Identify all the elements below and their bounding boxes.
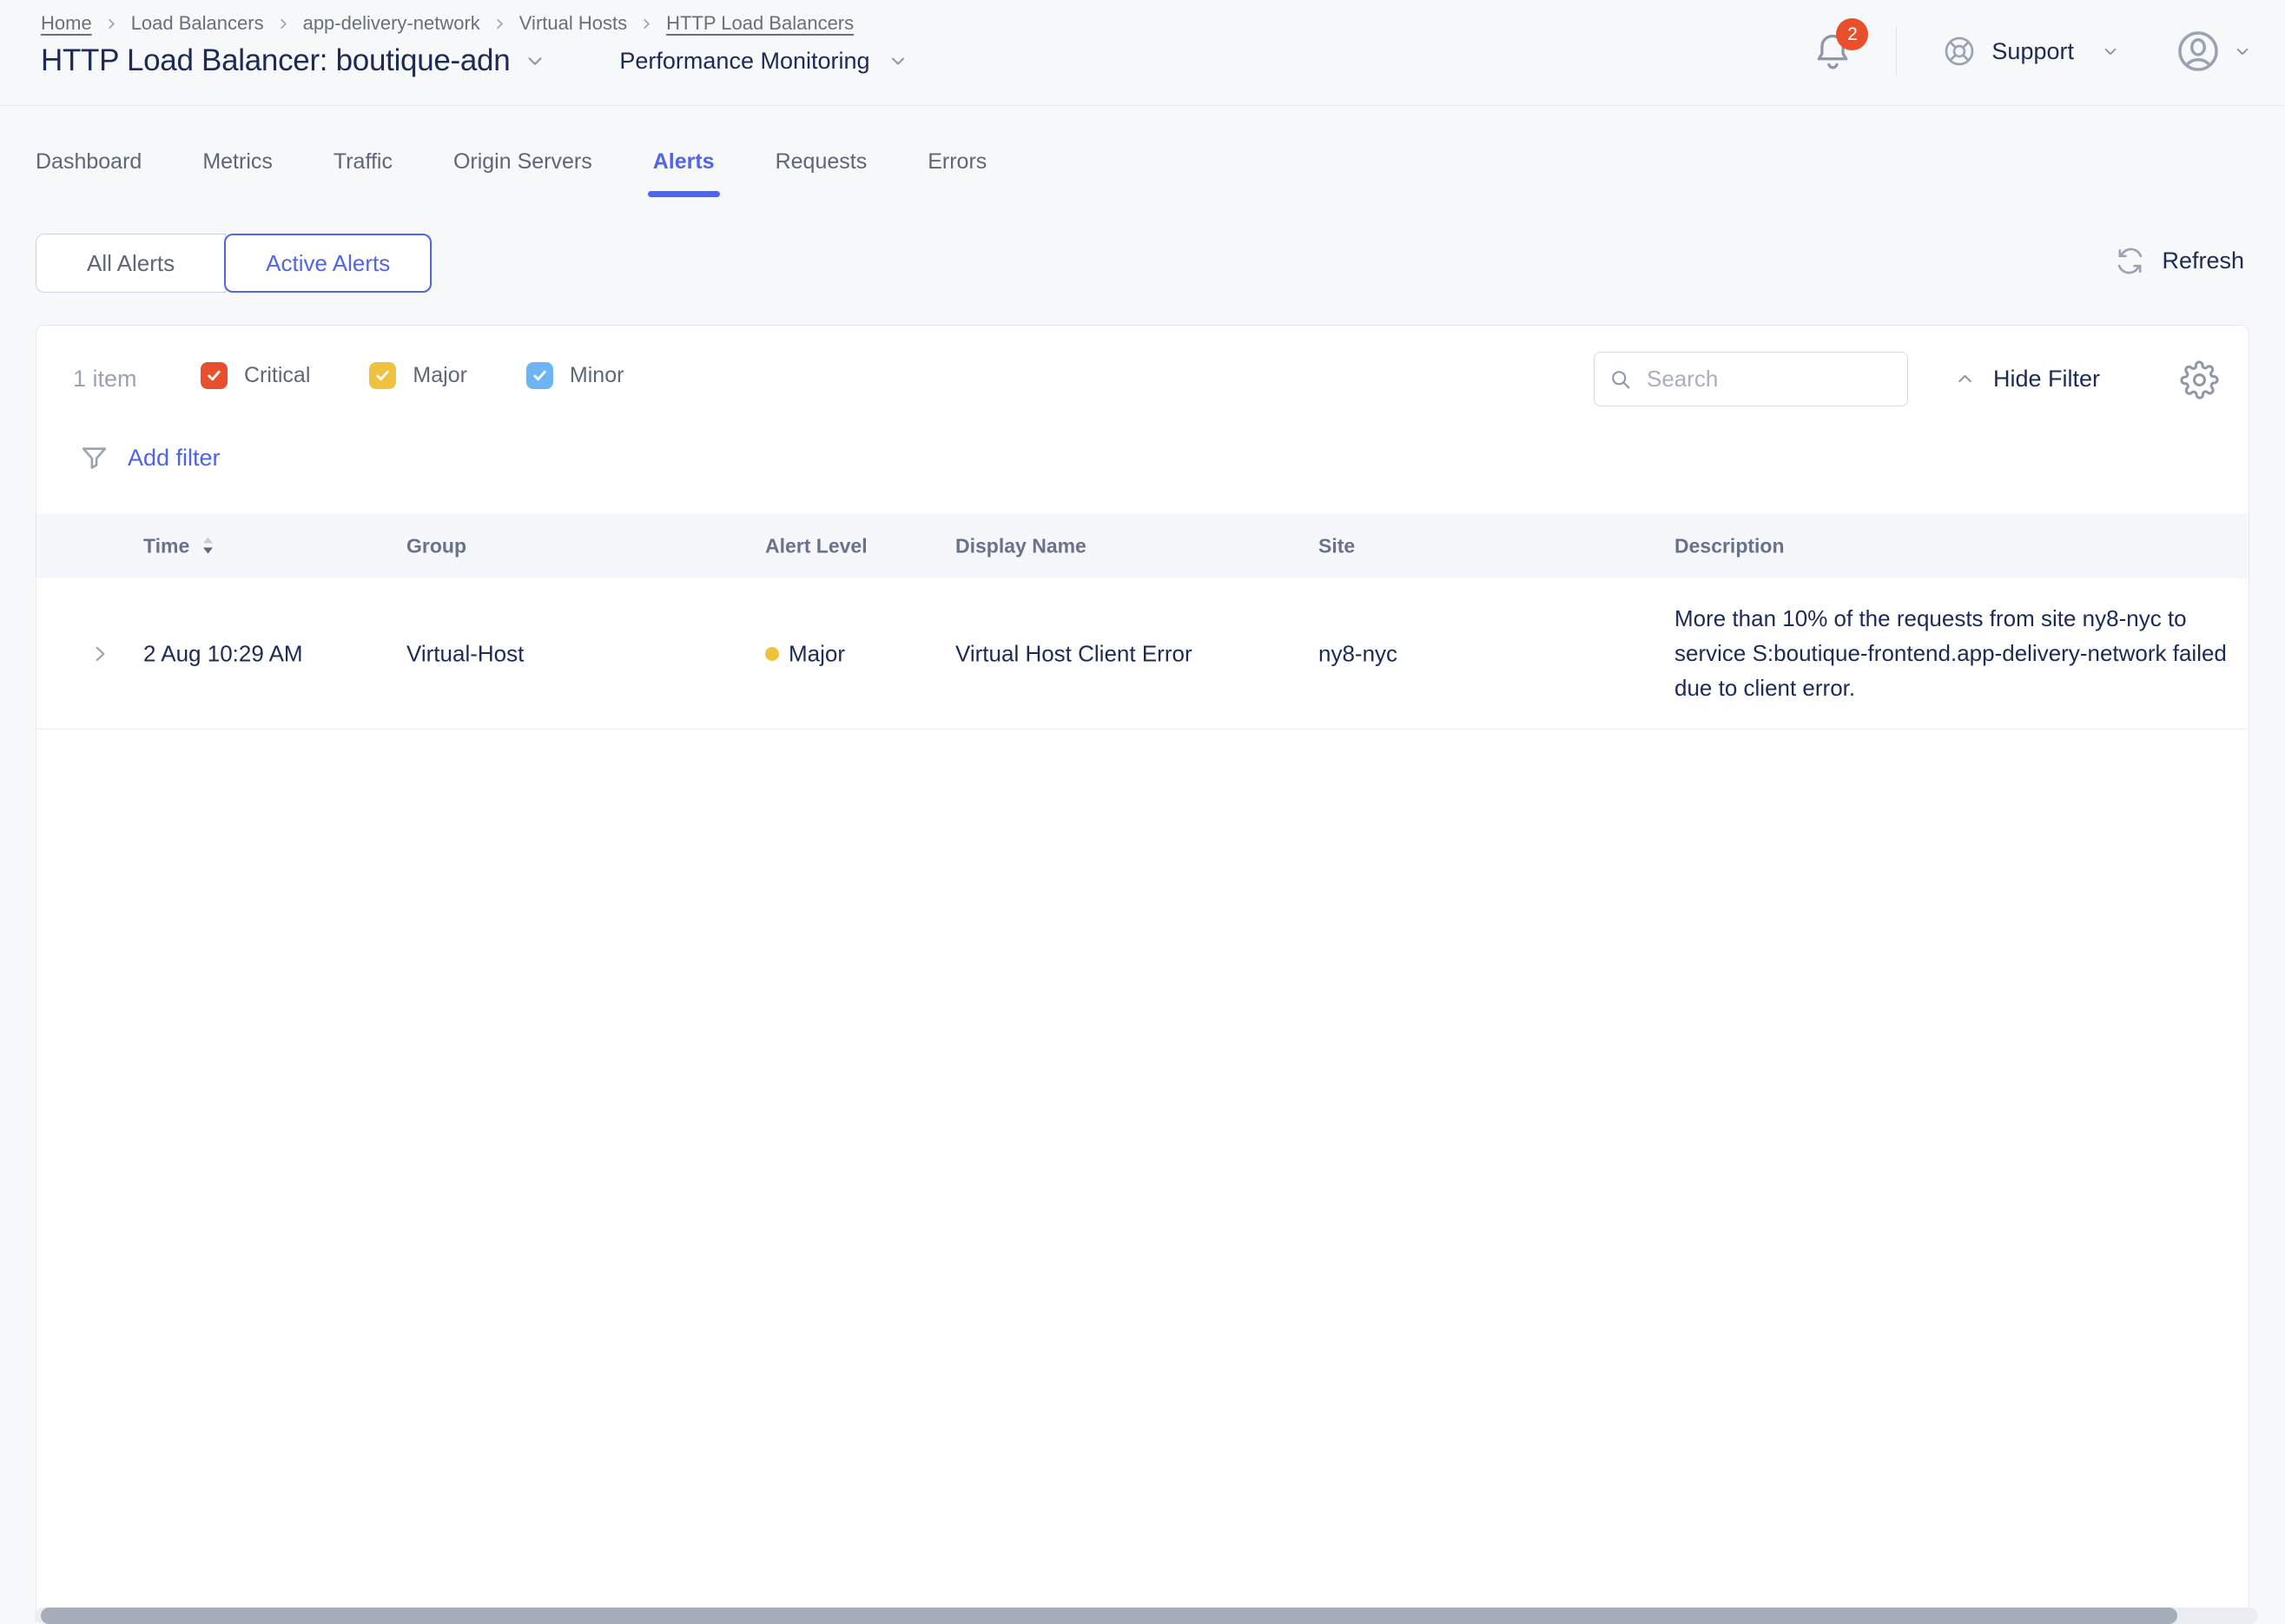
title-dropdown-chevron-icon[interactable]	[524, 50, 546, 72]
refresh-icon	[2115, 246, 2145, 276]
severity-filter-major[interactable]: Major	[369, 362, 467, 389]
chevron-down-icon	[2101, 42, 2120, 61]
column-header-group: Group	[406, 534, 466, 558]
critical-checkbox[interactable]	[201, 362, 228, 389]
breadcrumb-virtual-hosts[interactable]: Virtual Hosts	[519, 12, 627, 35]
tab-origin-servers[interactable]: Origin Servers	[453, 149, 592, 197]
search-input[interactable]	[1645, 365, 1893, 393]
chevron-right-icon	[277, 17, 290, 30]
table-settings-button[interactable]	[2180, 360, 2219, 399]
support-menu[interactable]: Support	[1942, 34, 2120, 69]
severity-filter-critical[interactable]: Critical	[201, 362, 310, 389]
page-title: HTTP Load Balancer: boutique-adn	[41, 43, 510, 78]
horizontal-scrollbar-thumb[interactable]	[41, 1607, 2177, 1624]
add-filter-button[interactable]: Add filter	[78, 442, 221, 474]
life-buoy-icon	[1942, 34, 1977, 69]
column-header-time-label: Time	[143, 534, 189, 558]
tab-metrics[interactable]: Metrics	[202, 149, 273, 197]
tab-dashboard[interactable]: Dashboard	[36, 149, 142, 197]
funnel-icon	[78, 442, 110, 474]
hide-filter-label: Hide Filter	[1993, 366, 2100, 393]
severity-filter-minor[interactable]: Minor	[526, 362, 624, 389]
search-box	[1594, 352, 1908, 406]
refresh-button[interactable]: Refresh	[2115, 246, 2244, 276]
breadcrumb: Home Load Balancers app-delivery-network…	[41, 12, 854, 35]
tab-requests[interactable]: Requests	[776, 149, 868, 197]
cell-site: ny8-nyc	[1318, 640, 1397, 667]
alerts-card: 1 item Critical Major Minor	[36, 325, 2249, 1624]
column-header-description: Description	[1674, 534, 1785, 558]
column-header-alert-level: Alert Level	[765, 534, 868, 558]
check-icon	[206, 367, 222, 384]
title-row: HTTP Load Balancer: boutique-adn Perform…	[41, 43, 908, 78]
sort-icon	[201, 536, 215, 557]
severity-label: Critical	[244, 363, 310, 388]
minor-checkbox[interactable]	[526, 362, 553, 389]
tab-traffic[interactable]: Traffic	[334, 149, 393, 197]
major-checkbox[interactable]	[369, 362, 396, 389]
cell-display-name: Virtual Host Client Error	[955, 640, 1192, 667]
table-header-row: Time Group Alert Level Display Name Site…	[36, 513, 2249, 578]
horizontal-scrollbar-track[interactable]	[35, 1607, 2258, 1624]
cell-description: More than 10% of the requests from site …	[1674, 601, 2260, 705]
user-avatar-icon	[2174, 27, 2222, 76]
refresh-label: Refresh	[2162, 248, 2244, 274]
column-header-display-name: Display Name	[955, 534, 1086, 558]
notifications-button[interactable]: 2	[1811, 29, 1854, 74]
tab-alerts[interactable]: Alerts	[653, 149, 715, 197]
page: Home Load Balancers app-delivery-network…	[0, 0, 2285, 1624]
chevron-right-icon	[493, 17, 506, 30]
chevron-right-icon	[105, 17, 118, 30]
chevron-down-icon	[2233, 42, 2252, 61]
view-selector-dropdown[interactable]: Performance Monitoring	[619, 48, 908, 75]
support-label: Support	[1991, 38, 2074, 65]
severity-label: Major	[413, 363, 467, 388]
column-header-site: Site	[1318, 534, 1355, 558]
row-expand-chevron-icon[interactable]	[89, 643, 111, 665]
cell-time: 2 Aug 10:29 AM	[143, 640, 303, 667]
breadcrumb-home-link[interactable]: Home	[41, 12, 92, 35]
cell-alert-level: Major	[789, 640, 845, 667]
notification-count-badge: 2	[1836, 18, 1868, 50]
all-alerts-button[interactable]: All Alerts	[36, 234, 226, 293]
tab-errors[interactable]: Errors	[928, 149, 987, 197]
chevron-right-icon	[640, 17, 653, 30]
table-row[interactable]: 2 Aug 10:29 AM Virtual-Host Major Virtua…	[36, 578, 2249, 729]
header-divider	[1896, 26, 1897, 76]
header-actions: 2 Support	[1811, 26, 2252, 76]
item-count: 1 item	[73, 366, 137, 393]
add-filter-label: Add filter	[128, 445, 221, 472]
chevron-up-icon	[1954, 368, 1976, 390]
alerts-view-toggle: All Alerts Active Alerts	[36, 234, 432, 293]
breadcrumb-app-delivery-network[interactable]: app-delivery-network	[303, 12, 480, 35]
section-tabs: Dashboard Metrics Traffic Origin Servers…	[36, 149, 987, 197]
check-icon	[374, 367, 391, 384]
check-icon	[532, 367, 548, 384]
breadcrumb-load-balancers[interactable]: Load Balancers	[131, 12, 264, 35]
gear-icon	[2180, 360, 2219, 399]
severity-filters: Critical Major Minor	[201, 362, 624, 389]
search-icon	[1608, 367, 1633, 392]
view-selector-label: Performance Monitoring	[619, 48, 869, 75]
alert-level-dot	[765, 647, 779, 661]
severity-label: Minor	[570, 363, 624, 388]
account-menu[interactable]	[2174, 27, 2252, 76]
breadcrumb-http-load-balancers-link[interactable]: HTTP Load Balancers	[666, 12, 854, 35]
cell-group: Virtual-Host	[406, 640, 524, 667]
chevron-down-icon	[888, 50, 908, 71]
active-alerts-button[interactable]: Active Alerts	[224, 234, 432, 293]
hide-filter-button[interactable]: Hide Filter	[1954, 366, 2100, 393]
column-header-time[interactable]: Time	[143, 534, 215, 558]
app-header: Home Load Balancers app-delivery-network…	[0, 0, 2285, 106]
